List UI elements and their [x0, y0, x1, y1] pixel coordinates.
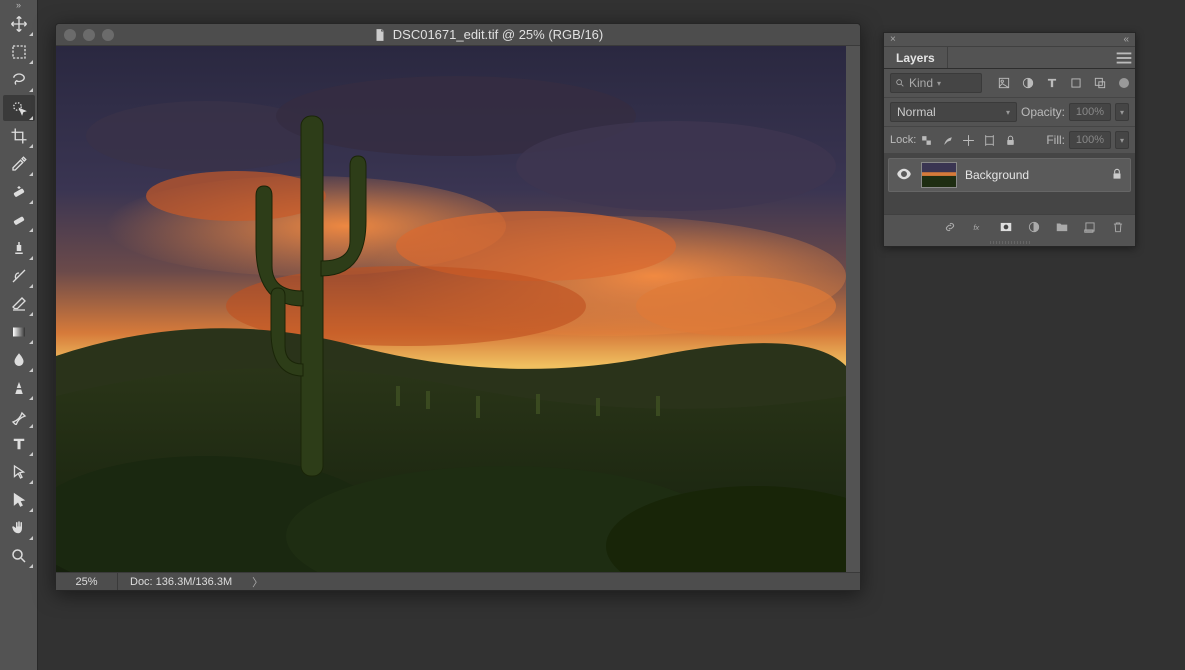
- close-window[interactable]: [64, 29, 76, 41]
- clone-stamp-tool[interactable]: [3, 235, 35, 261]
- panel-resize-handle[interactable]: [884, 238, 1135, 246]
- shape-tool[interactable]: [3, 487, 35, 513]
- history-brush-tool[interactable]: [3, 263, 35, 289]
- filter-kind-dropdown[interactable]: Kind ▾: [890, 73, 982, 93]
- crop-tool[interactable]: [3, 123, 35, 149]
- layers-list: Background: [884, 154, 1135, 214]
- fill-dropdown[interactable]: ▾: [1115, 131, 1129, 149]
- status-bar: 25% Doc: 136.3M/136.3M 〉: [56, 572, 860, 590]
- window-titlebar[interactable]: DSC01671_edit.tif @ 25% (RGB/16): [56, 24, 860, 46]
- filter-toggle[interactable]: [1119, 78, 1129, 88]
- lock-pixels-icon[interactable]: [941, 134, 954, 147]
- status-menu-chevron[interactable]: 〉: [244, 574, 271, 590]
- tools-toolbar: »: [0, 0, 38, 670]
- opacity-label: Opacity:: [1021, 105, 1065, 119]
- minimize-window[interactable]: [83, 29, 95, 41]
- layer-group-icon[interactable]: [1055, 220, 1069, 234]
- file-icon: [373, 28, 387, 42]
- blur-tool[interactable]: [3, 347, 35, 373]
- maximize-window[interactable]: [102, 29, 114, 41]
- window-controls[interactable]: [64, 29, 114, 41]
- new-layer-icon[interactable]: [1083, 220, 1097, 234]
- dodge-tool[interactable]: [3, 375, 35, 401]
- delete-layer-icon[interactable]: [1111, 220, 1125, 234]
- path-select-tool[interactable]: [3, 459, 35, 485]
- adjustment-layer-icon[interactable]: [1027, 220, 1041, 234]
- opacity-value[interactable]: 100%: [1069, 103, 1111, 121]
- layers-tab[interactable]: Layers: [884, 47, 948, 68]
- quick-select-tool[interactable]: [3, 95, 35, 121]
- filter-adjustment-icon[interactable]: [1021, 76, 1035, 90]
- marquee-tool[interactable]: [3, 39, 35, 65]
- search-icon: [895, 78, 905, 88]
- layer-lock-icon[interactable]: [1110, 167, 1124, 184]
- layer-thumbnail[interactable]: [921, 162, 957, 188]
- zoom-tool[interactable]: [3, 543, 35, 569]
- layer-name[interactable]: Background: [965, 168, 1102, 182]
- eraser-tool[interactable]: [3, 291, 35, 317]
- filter-type-icon[interactable]: [1045, 76, 1059, 90]
- opacity-dropdown[interactable]: ▾: [1115, 103, 1129, 121]
- brush-tool[interactable]: [3, 207, 35, 233]
- filter-pixel-icon[interactable]: [997, 76, 1011, 90]
- type-tool[interactable]: [3, 431, 35, 457]
- lock-label: Lock:: [890, 134, 916, 146]
- panel-collapse-icon[interactable]: «: [1123, 34, 1129, 45]
- lock-artboard-icon[interactable]: [983, 134, 996, 147]
- toolbar-expand[interactable]: »: [0, 0, 38, 10]
- visibility-toggle[interactable]: [895, 165, 913, 186]
- layer-row[interactable]: Background: [888, 158, 1131, 192]
- gradient-tool[interactable]: [3, 319, 35, 345]
- doc-size-info[interactable]: Doc: 136.3M/136.3M: [118, 576, 244, 588]
- layer-effects-icon[interactable]: fx: [971, 220, 985, 234]
- filter-shape-icon[interactable]: [1069, 76, 1083, 90]
- document-window: DSC01671_edit.tif @ 25% (RGB/16): [55, 23, 861, 591]
- canvas[interactable]: [56, 46, 860, 572]
- fill-value[interactable]: 100%: [1069, 131, 1111, 149]
- hand-tool[interactable]: [3, 515, 35, 541]
- lock-all-icon[interactable]: [1004, 134, 1017, 147]
- layers-panel: × « Layers Kind ▾ Normal▾ Opacity: 100%: [883, 32, 1136, 247]
- layer-mask-icon[interactable]: [999, 220, 1013, 234]
- lock-position-icon[interactable]: [962, 134, 975, 147]
- document-image: [56, 46, 846, 572]
- link-layers-icon[interactable]: [943, 220, 957, 234]
- lock-transparency-icon[interactable]: [920, 134, 933, 147]
- healing-brush-tool[interactable]: [3, 179, 35, 205]
- zoom-level[interactable]: 25%: [56, 573, 118, 590]
- document-title: DSC01671_edit.tif @ 25% (RGB/16): [124, 27, 852, 42]
- panel-menu-icon[interactable]: [1113, 47, 1135, 68]
- lasso-tool[interactable]: [3, 67, 35, 93]
- filter-smartobject-icon[interactable]: [1093, 76, 1107, 90]
- panel-close-icon[interactable]: ×: [890, 34, 896, 45]
- layers-footer: fx: [884, 214, 1135, 238]
- svg-text:fx: fx: [973, 222, 980, 231]
- pen-tool[interactable]: [3, 403, 35, 429]
- move-tool[interactable]: [3, 11, 35, 37]
- fill-label: Fill:: [1046, 133, 1065, 147]
- eyedropper-tool[interactable]: [3, 151, 35, 177]
- blend-mode-dropdown[interactable]: Normal▾: [890, 102, 1017, 122]
